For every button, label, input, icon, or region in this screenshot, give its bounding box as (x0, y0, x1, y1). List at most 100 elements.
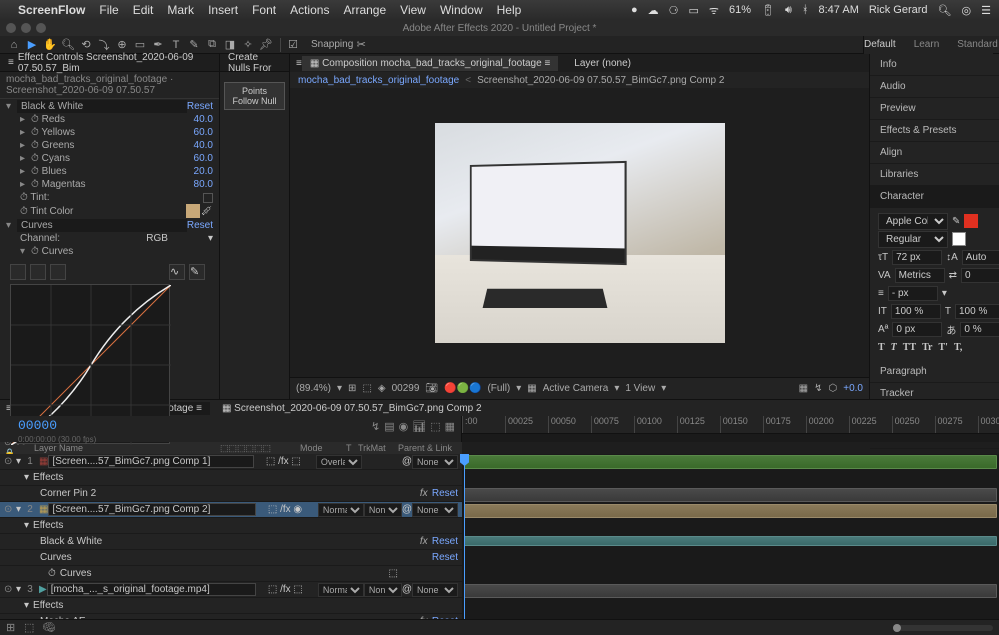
layer-name[interactable]: [mocha_..._s_original_footage.mp4] (47, 583, 256, 596)
val-blues[interactable]: 20.0 (194, 166, 213, 177)
prop-greens[interactable]: Greens (42, 140, 75, 151)
panel-audio[interactable]: Audio (870, 76, 999, 98)
disclosure-icon[interactable]: ▾ (6, 220, 14, 231)
layer-bar[interactable] (464, 504, 997, 518)
effect-curves[interactable]: Curves (17, 219, 187, 232)
curve-medium-icon[interactable] (30, 264, 46, 280)
hand-tool-icon[interactable]: ✋ (42, 37, 58, 53)
crumb-item[interactable]: mocha_bad_tracks_original_footage (298, 75, 459, 86)
layer-effect-row[interactable]: Corner Pin 2fxReset (0, 486, 462, 502)
layer-effect-row[interactable]: Black & WhitefxReset (0, 534, 462, 550)
zoom-window-icon[interactable] (36, 23, 46, 33)
italic-button[interactable]: T (891, 342, 897, 353)
rotate-tool-icon[interactable]: ⤵ (96, 37, 112, 53)
color-swatch[interactable] (186, 204, 200, 218)
frame-blend-icon[interactable]: ▤ (384, 420, 394, 433)
smallcaps-button[interactable]: Tr (922, 342, 932, 353)
selection-tool-icon[interactable]: ▶ (24, 37, 40, 53)
prop-yellows[interactable]: Yellows (41, 127, 75, 138)
wifi-icon[interactable]: ⚆ (669, 4, 679, 17)
visibility-icon[interactable]: ⊙ (4, 584, 16, 595)
eraser-tool-icon[interactable]: ◨ (222, 37, 238, 53)
panel-preview[interactable]: Preview (870, 98, 999, 120)
pickwhip-icon[interactable]: @ (402, 584, 412, 595)
baseline-input[interactable] (892, 322, 942, 337)
graph-icon[interactable]: 📊︎ (412, 420, 426, 433)
minimize-window-icon[interactable] (21, 23, 31, 33)
vscale-input[interactable] (891, 304, 941, 319)
curve-large-icon[interactable] (10, 264, 26, 280)
puppet-tool-icon[interactable]: 📌︎ (258, 37, 274, 53)
layer-row[interactable]: ⊙▾1▦[Screen....57_BimGc7.png Comp 1]⬚ /f… (0, 454, 462, 470)
stroke-input[interactable] (888, 286, 938, 301)
mask-icon[interactable]: ⬚ (362, 383, 371, 394)
anchor-tool-icon[interactable]: ⊕ (114, 37, 130, 53)
layer-bar[interactable] (464, 584, 997, 598)
menu-insert[interactable]: Insert (208, 3, 238, 17)
menu-help[interactable]: Help (497, 3, 522, 17)
layer-name[interactable]: [Screen....57_BimGc7.png Comp 1] (48, 455, 253, 468)
superscript-button[interactable]: T' (939, 342, 948, 353)
trkmat-select[interactable]: None (364, 503, 402, 517)
fill-color-swatch[interactable] (964, 214, 978, 228)
layer-effects-group[interactable]: ▾Effects (0, 518, 462, 534)
wifi2-icon[interactable]: ᯤ (709, 3, 719, 18)
toggle-switches-icon[interactable]: ⊞ (6, 621, 20, 635)
col-trkmat[interactable]: TrkMat (358, 443, 398, 453)
home-icon[interactable]: ⌂ (6, 37, 22, 53)
val-yellows[interactable]: 60.0 (194, 127, 213, 138)
parent-select[interactable]: None (412, 583, 458, 597)
layer-bar[interactable] (464, 455, 997, 469)
panel-effects-presets[interactable]: Effects & Presets (870, 120, 999, 142)
panel-info[interactable]: Info (870, 54, 999, 76)
pickwhip-icon[interactable]: @ (402, 456, 412, 467)
layer-tab[interactable]: Layer (none) (566, 56, 639, 71)
pickwhip-icon[interactable]: @ (402, 504, 412, 515)
text-tool-icon[interactable]: T (168, 37, 184, 53)
user[interactable]: Rick Gerard (869, 4, 928, 16)
prop-tintcolor[interactable]: Tint Color (30, 206, 73, 217)
timeline-tab-2[interactable]: ▦ Screenshot_2020-06-09 07.50.57_BimGc7.… (214, 402, 490, 415)
bt-icon[interactable]: ᚼ (802, 4, 809, 16)
composition-tab[interactable]: ▦ Composition mocha_bad_tracks_original_… (302, 56, 558, 71)
reset-link[interactable]: Reset (187, 101, 213, 112)
eyedropper-icon[interactable]: 💉︎ (200, 206, 213, 217)
col-mode[interactable]: Mode (300, 443, 346, 453)
points-follow-null-button[interactable]: Points Follow Null (224, 82, 285, 110)
val-reds[interactable]: 40.0 (194, 114, 213, 125)
reset-link[interactable]: Reset (432, 552, 458, 563)
workspace-standard[interactable]: Standard (957, 39, 998, 50)
channel-select[interactable]: RGB (146, 233, 168, 244)
tracking-input[interactable] (961, 268, 999, 283)
cc-icon[interactable]: ☁ (648, 4, 659, 17)
prop-blues[interactable]: Blues (42, 166, 67, 177)
stroke-color-swatch[interactable] (952, 232, 966, 246)
panel-libraries[interactable]: Libraries (870, 164, 999, 186)
layer-bar[interactable] (464, 536, 997, 546)
toggle-icon[interactable]: ◈ (378, 383, 386, 394)
tsume-input[interactable] (960, 322, 999, 337)
frame-counter[interactable]: 00299 (392, 383, 420, 394)
timeline-icon[interactable]: ↯ (814, 383, 822, 394)
menu-arrange[interactable]: Arrange (343, 3, 386, 17)
visibility-icon[interactable]: ⊙ (4, 456, 16, 467)
curve-small-icon[interactable] (50, 264, 66, 280)
curve-pencil-icon[interactable]: ✎ (189, 264, 205, 280)
eyedropper-icon[interactable]: ✎ (952, 216, 960, 227)
visibility-icon[interactable]: ⊙ (4, 504, 16, 515)
brush-tool-icon[interactable]: ✎ (186, 37, 202, 53)
parent-select[interactable]: None (412, 455, 458, 469)
snap-checkbox[interactable]: ☑ (285, 37, 301, 53)
pen-tool-icon[interactable]: ✒ (150, 37, 166, 53)
panel-align[interactable]: Align (870, 142, 999, 164)
view-select[interactable]: 1 View (625, 383, 655, 394)
layer-effects-group[interactable]: ▾Effects (0, 598, 462, 614)
trkmat-select[interactable]: None (364, 583, 402, 597)
time[interactable]: 8:47 AM (819, 4, 859, 16)
toggle-brain-icon[interactable]: 🧠︎ (42, 621, 56, 635)
close-window-icon[interactable] (6, 23, 16, 33)
motion-blur-icon[interactable]: ◉ (399, 420, 409, 433)
menu-window[interactable]: Window (440, 3, 483, 17)
camera-select[interactable]: Active Camera (543, 383, 609, 394)
panel-paragraph[interactable]: Paragraph (870, 361, 999, 383)
